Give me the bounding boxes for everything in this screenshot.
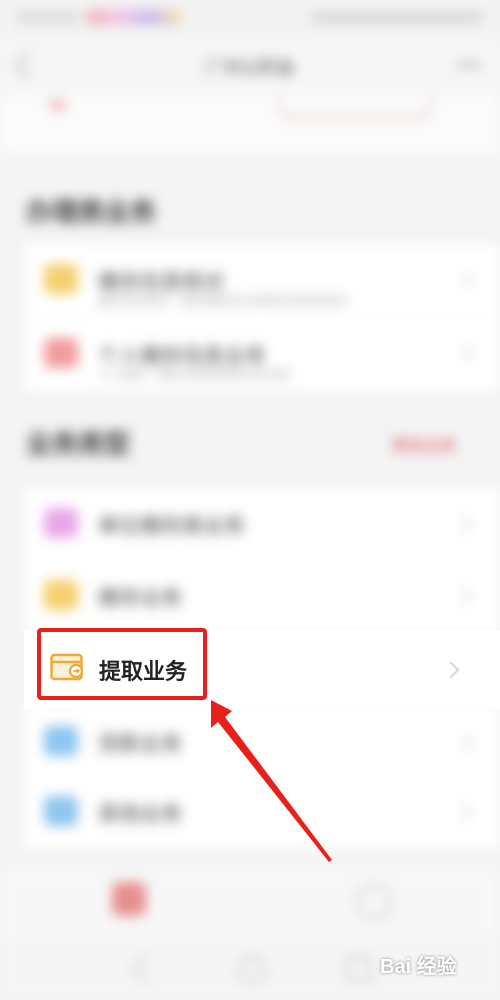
status-time [18,12,78,22]
watermark: Bai 经验 [380,956,457,978]
list-item[interactable]: 贷款业务 [24,706,500,778]
list-item-subtitle: 缴存信息核对 · 缴存基数及比例等信息查询核对 [98,294,349,308]
section-title-second: 业务类型 [26,429,131,459]
list-item-label: 贷款业务 [98,733,182,756]
list-item[interactable]: 缴存信息核对 缴存信息核对 · 缴存基数及比例等信息查询核对 [24,244,500,316]
chevron-right-icon [455,515,473,533]
house-icon [44,338,78,368]
section-title-first: 办理类业务 [26,197,157,227]
more-menu-icon[interactable] [456,62,482,68]
list-item[interactable]: 个人缴存信息业务 个人缴存 · 缴存记录变更等业务办理 [24,318,500,390]
more-business-link[interactable]: 更多业务 [392,432,456,456]
system-recents-icon[interactable] [346,956,372,982]
list-item-label: 单位缴存类业务 [98,515,245,538]
list-item[interactable]: 其他业务 [24,776,500,848]
list-item-label: 其他业务 [98,803,182,826]
status-system-icons [312,12,482,22]
list-item[interactable]: 缴存业务 [24,560,500,632]
wallet-icon [44,580,78,610]
back-arrow-icon[interactable] [14,52,41,79]
top-card [0,94,500,154]
list-item-subtitle: 个人缴存 · 缴存记录变更等业务办理 [98,368,289,382]
loan-icon [44,726,78,756]
document-icon [44,508,78,538]
profile-tab-icon[interactable] [356,884,392,920]
status-notification-icons [86,10,182,24]
chevron-right-icon [455,803,473,821]
system-back-icon[interactable] [131,953,162,984]
bottom-tab-bar [0,868,500,938]
page-title: 广州公积金 [205,58,295,78]
nav-bar: 广州公积金 [0,36,500,94]
folder-icon [44,264,78,294]
chevron-right-icon [455,345,473,363]
chevron-right-icon [455,587,473,605]
top-card-pill[interactable] [278,94,432,119]
top-card-indicator [50,100,66,110]
chevron-right-icon [455,271,473,289]
blurred-background: 广州公积金 办理类业务 缴存信息核对 缴存信息核对 · 缴存基数及比例等信息查询… [0,0,500,1000]
status-bar [0,0,500,36]
highlight-box [37,628,207,700]
chevron-right-icon [455,733,473,751]
list-item[interactable]: 单位缴存类业务 [24,488,500,560]
home-tab-icon[interactable] [112,882,146,916]
list-item-label: 缴存业务 [98,587,182,610]
system-home-icon[interactable] [238,956,266,984]
globe-icon [44,796,78,826]
